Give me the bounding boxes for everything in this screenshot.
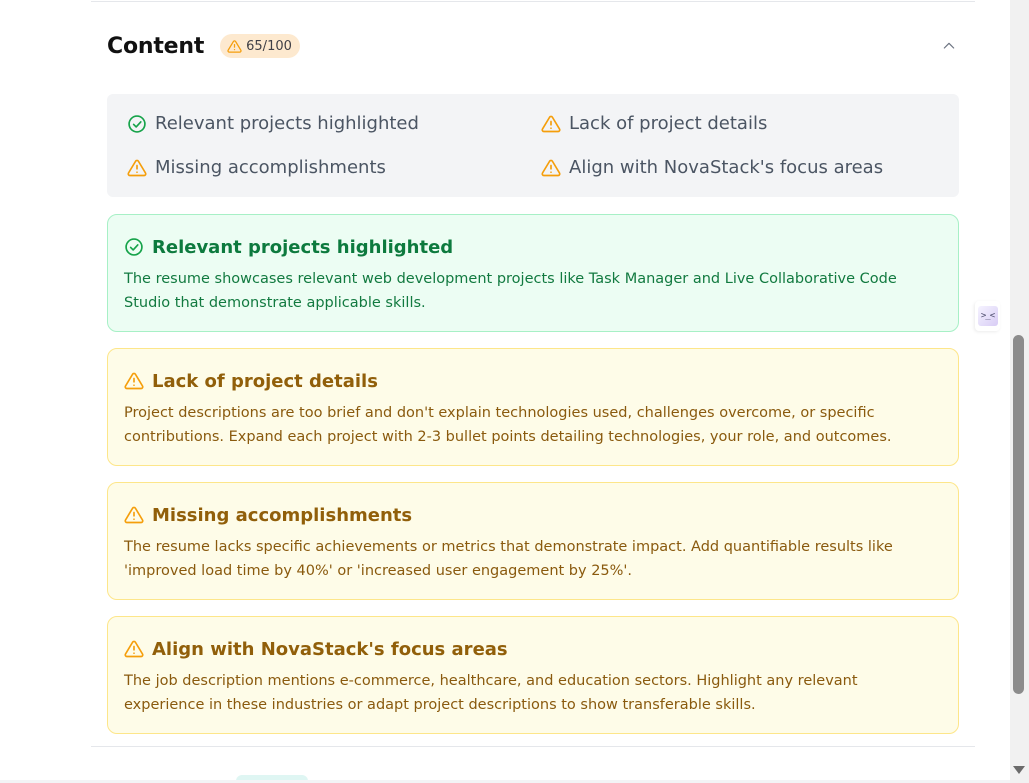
warning-icon bbox=[127, 158, 147, 178]
collapse-button[interactable] bbox=[939, 36, 959, 56]
summary-item: Relevant projects highlighted bbox=[127, 113, 419, 134]
page: Content 65/100 Relevant projects highlig… bbox=[0, 0, 1010, 783]
feedback-card-accomplishments: Missing accomplishments The resume lacks… bbox=[107, 482, 959, 600]
scroll-down-arrow-icon[interactable] bbox=[1013, 766, 1025, 774]
assistant-icon: >_< bbox=[977, 306, 998, 326]
card-title: Lack of project details bbox=[152, 370, 378, 392]
card-title: Relevant projects highlighted bbox=[152, 236, 454, 258]
section-divider-top bbox=[91, 1, 975, 2]
summary-item: Missing accomplishments bbox=[127, 157, 386, 178]
chevron-up-icon bbox=[941, 38, 957, 54]
scrollbar-thumb[interactable] bbox=[1013, 335, 1024, 694]
card-header: Missing accomplishments bbox=[124, 502, 942, 528]
section-title: Content bbox=[107, 33, 205, 59]
content-section-header[interactable]: Content 65/100 bbox=[107, 30, 959, 62]
check-circle-icon bbox=[124, 237, 144, 257]
warning-icon bbox=[541, 114, 561, 134]
score-value: 65/100 bbox=[246, 38, 292, 54]
warning-icon bbox=[124, 639, 144, 659]
card-title: Align with NovaStack's focus areas bbox=[152, 638, 508, 660]
section-divider-bottom bbox=[91, 746, 975, 747]
summary-item: Lack of project details bbox=[541, 113, 767, 134]
card-header: Lack of project details bbox=[124, 368, 942, 394]
feedback-card-focus-areas: Align with NovaStack's focus areas The j… bbox=[107, 616, 959, 734]
warning-icon bbox=[541, 158, 561, 178]
card-header: Align with NovaStack's focus areas bbox=[124, 636, 942, 662]
card-title: Missing accomplishments bbox=[152, 504, 413, 526]
summary-item: Align with NovaStack's focus areas bbox=[541, 157, 883, 178]
feedback-card-relevant-projects: Relevant projects highlighted The resume… bbox=[107, 214, 959, 332]
score-badge: 65/100 bbox=[220, 34, 300, 58]
warning-icon bbox=[124, 371, 144, 391]
check-circle-icon bbox=[127, 114, 147, 134]
summary-item-label: Lack of project details bbox=[569, 113, 768, 134]
feedback-card-project-details: Lack of project details Project descript… bbox=[107, 348, 959, 466]
summary-item-label: Relevant projects highlighted bbox=[155, 113, 419, 134]
summary-item-label: Missing accomplishments bbox=[155, 157, 386, 178]
card-description: The resume lacks specific achievements o… bbox=[124, 539, 893, 579]
summary-item-label: Align with NovaStack's focus areas bbox=[569, 157, 884, 178]
assistant-widget-button[interactable]: >_< bbox=[975, 301, 1000, 331]
card-description: The resume showcases relevant web develo… bbox=[124, 271, 897, 311]
summary-checklist: Relevant projects highlighted Lack of pr… bbox=[107, 94, 959, 197]
card-description: Project descriptions are too brief and d… bbox=[124, 405, 892, 445]
card-description: The job description mentions e-commerce,… bbox=[124, 673, 858, 713]
vertical-scrollbar[interactable] bbox=[1010, 0, 1029, 783]
warning-icon bbox=[227, 39, 242, 54]
card-header: Relevant projects highlighted bbox=[124, 234, 942, 260]
warning-icon bbox=[124, 505, 144, 525]
